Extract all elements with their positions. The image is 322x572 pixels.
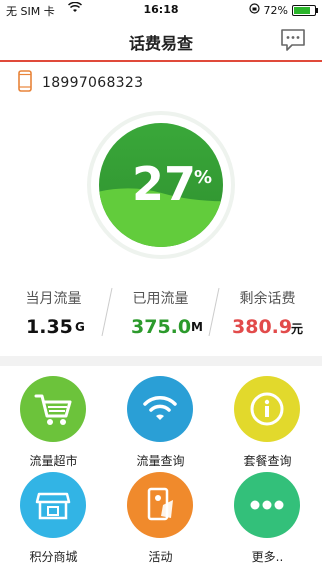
stat-unit: M	[191, 320, 203, 334]
grid-item-plan-query[interactable]: 套餐查询	[214, 376, 321, 476]
grid-item-activity[interactable]: 活动	[107, 472, 214, 572]
stat-used-data: 已用流量 375.0 M	[107, 280, 214, 350]
stat-remaining-balance: 剩余话费 380.9 元	[214, 280, 321, 350]
info-icon	[234, 376, 300, 442]
grid-item-label: 积分商城	[29, 550, 78, 564]
message-button[interactable]	[280, 27, 306, 53]
stat-value: 1.35	[26, 316, 73, 338]
usage-readout: 27 %	[86, 110, 236, 260]
grid-item-data-query[interactable]: 流量查询	[107, 376, 214, 476]
stat-label: 剩余话费	[239, 291, 296, 307]
stats-row: 当月流量 1.35 G 已用流量 375.0 M 剩余话费 380.9 元	[0, 280, 322, 350]
phone-number: 18997068323	[42, 75, 144, 91]
status-bar: 无 SIM 卡 16:18 72%	[0, 0, 322, 20]
grid-item-label: 流量超市	[29, 454, 78, 468]
stat-value: 380.9	[232, 316, 293, 338]
section-separator	[0, 356, 322, 366]
wifi-icon	[127, 376, 193, 442]
battery-icon	[292, 4, 318, 16]
status-right: 72%	[248, 3, 318, 17]
stat-divider	[101, 287, 113, 337]
activity-icon	[127, 472, 193, 538]
grid-item-label: 更多..	[251, 550, 284, 564]
page-title: 话费易查	[128, 34, 193, 53]
phone-row: 18997068323	[18, 70, 144, 96]
stat-label: 当月流量	[25, 291, 82, 307]
grid-item-more[interactable]: 更多..	[214, 472, 321, 572]
cart-icon	[20, 376, 86, 442]
grid-item-label: 流量查询	[136, 454, 185, 468]
usage-percent-unit: %	[194, 167, 213, 188]
grid-item-label: 活动	[148, 550, 173, 564]
store-icon	[20, 472, 86, 538]
grid-item-points-mall[interactable]: 积分商城	[0, 472, 107, 572]
stat-label: 已用流量	[132, 291, 189, 307]
stat-divider	[208, 287, 220, 337]
grid-item-data-market[interactable]: 流量超市	[0, 376, 107, 476]
chat-bubble-icon	[281, 29, 305, 51]
usage-percent: 27	[132, 157, 197, 211]
stat-unit: 元	[291, 322, 304, 336]
rotation-lock-icon	[248, 3, 260, 17]
grid-item-label: 套餐查询	[243, 454, 292, 468]
phone-icon	[18, 70, 32, 96]
more-icon	[234, 472, 300, 538]
stat-unit: G	[75, 320, 85, 334]
stat-value: 375.0	[131, 316, 192, 338]
stat-monthly-data: 当月流量 1.35 G	[0, 280, 107, 350]
nav-bar: 话费易查	[0, 20, 322, 62]
battery-percent: 72%	[263, 3, 288, 17]
